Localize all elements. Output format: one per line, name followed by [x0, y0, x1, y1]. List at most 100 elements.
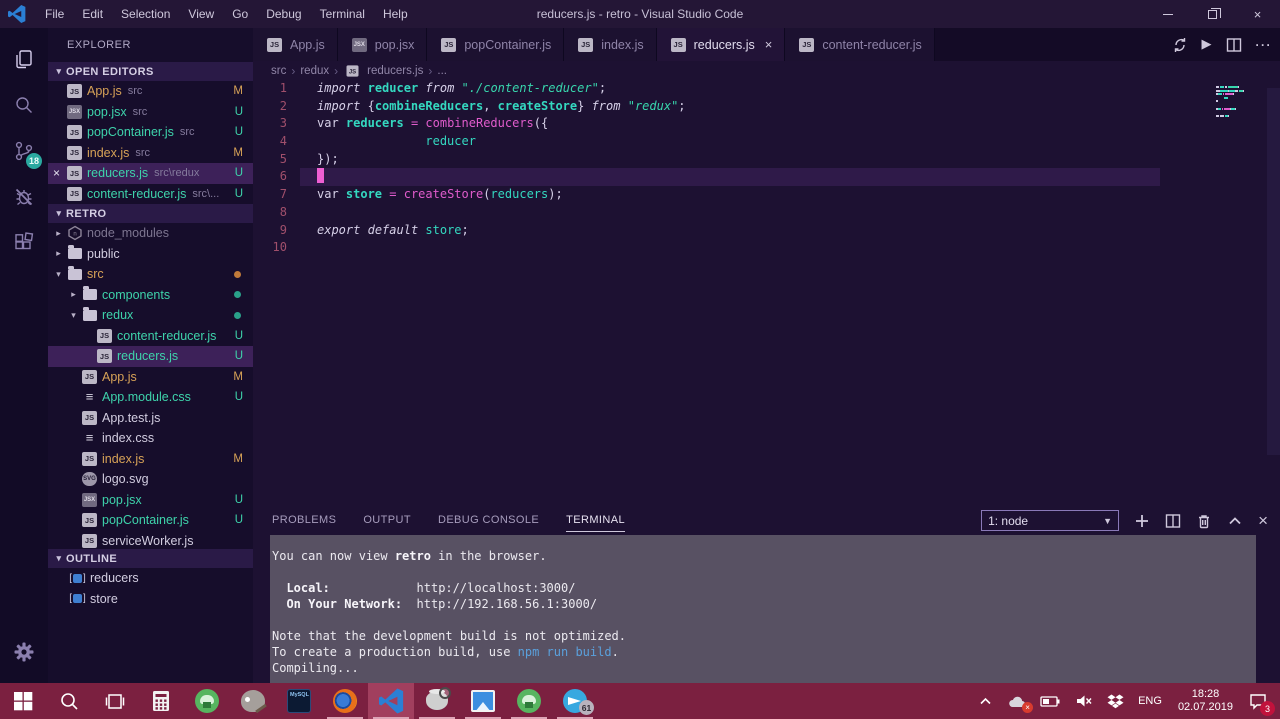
- code-editor[interactable]: 1 import reducer from "./content-reducer"…: [253, 80, 1280, 506]
- close-file-icon[interactable]: ×: [48, 166, 65, 180]
- open-editor-item[interactable]: JS popContainer.js src U: [48, 122, 253, 143]
- maximize-panel-button[interactable]: [1227, 513, 1243, 529]
- panel-tab-debug-console[interactable]: DEBUG CONSOLE: [438, 506, 539, 535]
- menu-file[interactable]: File: [36, 0, 73, 28]
- onedrive-status[interactable]: ×: [1000, 683, 1034, 719]
- dropbox-icon[interactable]: [1100, 683, 1131, 719]
- taskbar-start-button[interactable]: [0, 683, 46, 719]
- activity-source-control[interactable]: 18: [0, 128, 48, 174]
- taskbar-task-view[interactable]: [92, 683, 138, 719]
- taskbar-calculator[interactable]: [138, 683, 184, 719]
- close-icon[interactable]: ×: [1235, 0, 1280, 28]
- outline-header[interactable]: ▾ OUTLINE: [48, 549, 253, 568]
- panel-tab-problems[interactable]: PROBLEMS: [272, 506, 336, 535]
- menu-terminal[interactable]: Terminal: [311, 0, 374, 28]
- close-panel-button[interactable]: ×: [1258, 511, 1268, 531]
- volume-muted-icon[interactable]: [1068, 683, 1100, 719]
- panel-tab-terminal[interactable]: TERMINAL: [566, 506, 625, 535]
- tree-item-index-js[interactable]: JS index.js M: [48, 449, 253, 470]
- outline-item-reducers[interactable]: [] reducers: [48, 568, 253, 589]
- code-line-8[interactable]: 8: [253, 204, 1280, 222]
- taskbar-firefox[interactable]: [322, 683, 368, 719]
- open-editor-item[interactable]: × JS reducers.js src\redux U: [48, 163, 253, 184]
- tree-item-app-js[interactable]: JS App.js M: [48, 367, 253, 388]
- language-indicator[interactable]: ENG: [1131, 683, 1169, 719]
- menu-help[interactable]: Help: [374, 0, 417, 28]
- menu-debug[interactable]: Debug: [257, 0, 310, 28]
- code-line-1[interactable]: 1 import reducer from "./content-reducer"…: [253, 80, 1280, 98]
- show-hidden-icons[interactable]: [971, 683, 1000, 719]
- breadcrumb[interactable]: src › redux › JS reducers.js ›...: [253, 61, 1280, 80]
- taskbar-mysql-terminal[interactable]: MySQL: [276, 683, 322, 719]
- activity-debug[interactable]: [0, 174, 48, 220]
- menu-view[interactable]: View: [179, 0, 223, 28]
- terminal-output[interactable]: You can now view retro in the browser. L…: [270, 535, 1256, 683]
- taskbar-gimp[interactable]: [230, 683, 276, 719]
- outline-item-store[interactable]: [] store: [48, 589, 253, 610]
- minimize-icon[interactable]: [1145, 0, 1190, 28]
- activity-extensions[interactable]: [0, 220, 48, 266]
- battery-icon[interactable]: [1033, 683, 1068, 719]
- activity-search[interactable]: [0, 82, 48, 128]
- split-terminal-button[interactable]: [1165, 513, 1181, 529]
- split-editor-button[interactable]: [1226, 37, 1242, 53]
- menu-go[interactable]: Go: [223, 0, 257, 28]
- kill-terminal-button[interactable]: [1196, 513, 1212, 529]
- settings-gear-icon[interactable]: [0, 629, 48, 675]
- tree-item-node-modules[interactable]: ▸ n node_modules: [48, 223, 253, 244]
- breadcrumb-item[interactable]: reducers.js: [367, 65, 423, 77]
- taskbar-telegram[interactable]: 61: [552, 683, 598, 719]
- code-line-7[interactable]: 7 var store = createStore(reducers);: [253, 186, 1280, 204]
- activity-explorer[interactable]: [0, 36, 48, 82]
- sync-button[interactable]: [1172, 37, 1188, 53]
- open-editor-item[interactable]: JS App.js src M: [48, 81, 253, 102]
- tree-item-src[interactable]: ▾ src: [48, 264, 253, 285]
- tree-item-redux[interactable]: ▾ redux: [48, 305, 253, 326]
- project-header[interactable]: ▾ RETRO: [48, 204, 253, 223]
- code-line-6[interactable]: 6: [253, 168, 1280, 186]
- run-button[interactable]: ▶: [1202, 37, 1212, 52]
- new-terminal-button[interactable]: [1134, 513, 1150, 529]
- tab-app-js[interactable]: JS App.js: [253, 28, 338, 61]
- panel-tab-output[interactable]: OUTPUT: [363, 506, 411, 535]
- clock[interactable]: 18:28 02.07.2019: [1169, 683, 1242, 719]
- menu-edit[interactable]: Edit: [73, 0, 112, 28]
- close-tab-icon[interactable]: ×: [765, 37, 773, 52]
- tree-item-app-module-css[interactable]: ≡ App.module.css U: [48, 387, 253, 408]
- open-editor-item[interactable]: JS index.js src M: [48, 143, 253, 164]
- breadcrumb-item[interactable]: ...: [437, 65, 447, 77]
- taskbar-taskbar-search[interactable]: [46, 683, 92, 719]
- tree-item-logo-svg[interactable]: SVG logo.svg: [48, 469, 253, 490]
- breadcrumb-item[interactable]: src: [271, 65, 286, 77]
- tree-item-app-test-js[interactable]: JS App.test.js: [48, 408, 253, 429]
- code-line-2[interactable]: 2 import {combineReducers, createStore} f…: [253, 98, 1280, 116]
- taskbar-gitkraken[interactable]: [184, 683, 230, 719]
- taskbar-vscode[interactable]: [368, 683, 414, 719]
- code-line-10[interactable]: 10: [253, 239, 1280, 257]
- open-editor-item[interactable]: JS content-reducer.js src\... U: [48, 184, 253, 205]
- tree-item-index-css[interactable]: ≡ index.css: [48, 428, 253, 449]
- more-button[interactable]: ···: [1256, 38, 1273, 52]
- breadcrumb-item[interactable]: redux: [300, 65, 329, 77]
- menu-selection[interactable]: Selection: [112, 0, 179, 28]
- open-editors-header[interactable]: ▾ OPEN EDITORS: [48, 62, 253, 81]
- tab-reducers-js[interactable]: JS reducers.js ×: [656, 28, 786, 61]
- tab-popcontainer-js[interactable]: JS popContainer.js: [427, 28, 565, 61]
- restore-icon[interactable]: [1190, 0, 1235, 28]
- taskbar-gitkraken-2[interactable]: [506, 683, 552, 719]
- terminal-select[interactable]: 1: node ▼: [981, 510, 1120, 531]
- tree-item-components[interactable]: ▸ components: [48, 285, 253, 306]
- code-line-4[interactable]: 4 reducer: [253, 133, 1280, 151]
- tree-item-public[interactable]: ▸ public: [48, 244, 253, 265]
- tree-item-pop-jsx[interactable]: JSX pop.jsx U: [48, 490, 253, 511]
- tab-pop-jsx[interactable]: JSX pop.jsx: [337, 28, 428, 61]
- tab-index-js[interactable]: JS index.js: [564, 28, 657, 61]
- minimap[interactable]: [1216, 86, 1264, 122]
- taskbar-database-tool[interactable]: [414, 683, 460, 719]
- code-line-5[interactable]: 5});: [253, 151, 1280, 169]
- code-line-9[interactable]: 9 export default store;: [253, 222, 1280, 240]
- tab-content-reducer-js[interactable]: JS content-reducer.js: [785, 28, 935, 61]
- tree-item-popcontainer-js[interactable]: JS popContainer.js U: [48, 510, 253, 531]
- tree-item-content-reducer-js[interactable]: JS content-reducer.js U: [48, 326, 253, 347]
- tree-item-serviceworker-js[interactable]: JS serviceWorker.js: [48, 531, 253, 550]
